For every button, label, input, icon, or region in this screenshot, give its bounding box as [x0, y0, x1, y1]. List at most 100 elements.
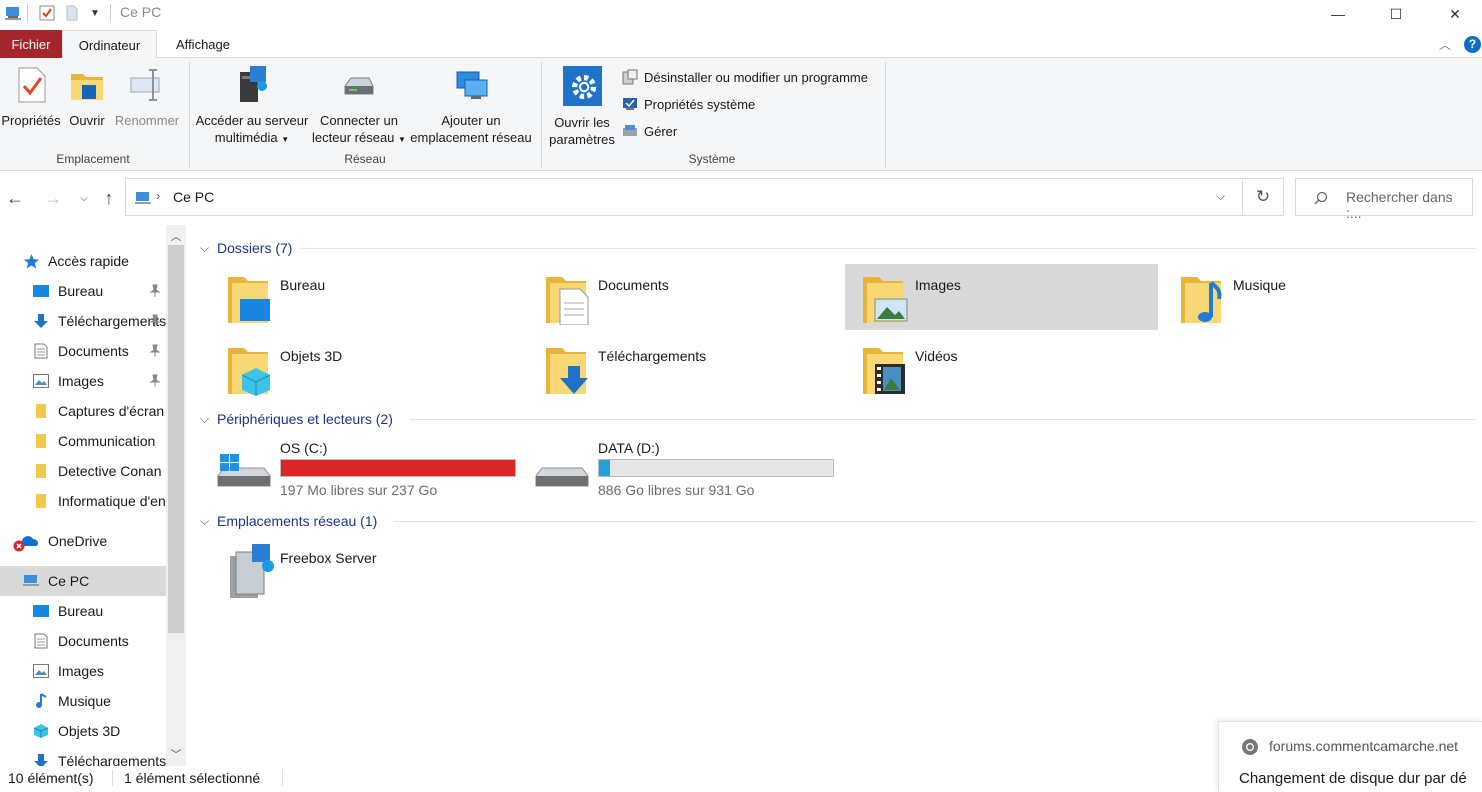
folder-tile-documents[interactable]: Documents [528, 264, 841, 330]
close-button[interactable]: ✕ [1432, 0, 1478, 28]
folder-tile-bureau[interactable]: Bureau [210, 264, 523, 330]
sidebar-item-bureau[interactable]: Bureau [32, 276, 166, 306]
scroll-up-icon[interactable]: ︿ [166, 227, 186, 245]
folder-tile-telechargements[interactable]: Téléchargements [528, 335, 841, 401]
sidebar-item-label: Bureau [58, 603, 104, 619]
sidebar-item-captures[interactable]: Captures d'écran [32, 396, 166, 426]
open-label: Ouvrir [69, 113, 105, 128]
network-tile-freebox[interactable]: Freebox Server [210, 537, 523, 603]
sidebar-item-pc-telechargements[interactable]: Téléchargements [32, 746, 166, 766]
sidebar-item-label: Objets 3D [58, 723, 121, 739]
scroll-down-icon[interactable]: ﹀ [166, 745, 186, 763]
address-dropdown-icon[interactable]: ⌵ [1216, 189, 1225, 204]
collapse-chevron-icon[interactable]: ⌵ [200, 514, 212, 529]
media-server-button[interactable]: Accéder au serveur multimédia ▼ [192, 66, 312, 148]
drive-usage-fill [281, 460, 515, 476]
manage-icon [623, 125, 637, 136]
uninstall-icon [622, 69, 638, 85]
address-bar[interactable]: › Ce PC ⌵ [125, 178, 1243, 216]
scrollbar-thumb[interactable] [168, 245, 184, 633]
new-folder-quick-icon[interactable] [62, 4, 82, 22]
add-network-location-button[interactable]: Ajouter un emplacement réseau [408, 66, 534, 146]
drive-tile-c[interactable]: OS (C:) 197 Mo libres sur 237 Go [216, 440, 516, 500]
section-title: Périphériques et lecteurs (2) [217, 411, 393, 427]
breadcrumb[interactable]: Ce PC [173, 189, 214, 205]
sidebar-item-label: Communication [58, 433, 156, 449]
properties-button[interactable]: Propriétés [0, 66, 62, 129]
drive-tile-d[interactable]: DATA (D:) 886 Go libres sur 931 Go [534, 440, 834, 500]
sidebar-item-pc-documents[interactable]: Documents [32, 626, 166, 656]
star-icon [22, 252, 40, 270]
sidebar-item-quick-access[interactable]: Accès rapide [22, 246, 166, 276]
tab-view[interactable]: Affichage [160, 30, 246, 59]
sidebar-item-pc-bureau[interactable]: Bureau [32, 596, 166, 626]
folder-tile-objets-3d[interactable]: Objets 3D [210, 335, 523, 401]
system-properties-button[interactable]: Propriétés système [622, 94, 755, 114]
map-network-drive-button[interactable]: Connecter un lecteur réseau ▼ [312, 66, 406, 148]
media-server-icon [240, 66, 267, 102]
folder-tile-videos[interactable]: Vidéos [845, 335, 1158, 401]
sidebar-item-label: Documents [58, 343, 129, 359]
sidebar-item-telechargements[interactable]: Téléchargements [32, 306, 166, 336]
sidebar-item-communication[interactable]: Communication [32, 426, 166, 456]
navigation-pane-scrollbar[interactable]: ︿ ﹀ [166, 225, 186, 766]
open-button[interactable]: Ouvrir [64, 66, 110, 129]
uninstall-program-button[interactable]: Désinstaller ou modifier un programme [622, 67, 868, 87]
tab-computer[interactable]: Ordinateur [62, 30, 157, 59]
tab-file[interactable]: Fichier [0, 30, 62, 59]
sidebar-item-this-pc[interactable]: Ce PC [0, 566, 166, 596]
desktop-folder-icon [228, 277, 270, 323]
maximize-button[interactable]: ☐ [1373, 0, 1419, 28]
properties-quick-icon[interactable] [36, 4, 58, 22]
uninstall-label: Désinstaller ou modifier un programme [644, 69, 868, 85]
folder-label: Téléchargements [598, 348, 707, 364]
sidebar-item-pc-images[interactable]: Images [32, 656, 166, 686]
customize-quick-access-icon[interactable]: ▼ [86, 4, 104, 22]
drive-usage-bar [280, 459, 516, 477]
refresh-button[interactable]: ↻ [1243, 178, 1284, 216]
videos-folder-icon [863, 348, 905, 394]
section-header-folders[interactable]: ⌵ Dossiers (7) [200, 238, 1476, 258]
this-pc-breadcrumb-icon [135, 192, 151, 204]
sidebar-item-pc-musique[interactable]: Musique [32, 686, 166, 716]
section-header-drives[interactable]: ⌵ Périphériques et lecteurs (2) [200, 409, 1476, 429]
folder-tile-images[interactable]: Images [845, 264, 1158, 330]
breadcrumb-chevron-icon[interactable]: › [156, 188, 160, 203]
this-pc-icon [22, 572, 40, 590]
rename-button[interactable]: Renommer [112, 66, 182, 129]
sidebar-item-pc-objets-3d[interactable]: Objets 3D [32, 716, 166, 746]
folder-tile-musique[interactable]: Musique [1163, 264, 1476, 330]
collapse-chevron-icon[interactable]: ⌵ [200, 412, 212, 427]
collapse-ribbon-icon[interactable]: ︿ [1437, 36, 1453, 52]
forward-arrow-icon[interactable]: → [42, 187, 64, 209]
sidebar-item-label: Images [58, 373, 104, 389]
help-icon[interactable]: ? [1464, 36, 1481, 53]
section-header-network[interactable]: ⌵ Emplacements réseau (1) [200, 511, 1476, 531]
sidebar-item-images[interactable]: Images [32, 366, 166, 396]
window-title: Ce PC [120, 4, 162, 20]
picture-icon [32, 662, 50, 680]
recent-locations-chevron-icon[interactable]: ⌵ [73, 187, 95, 209]
sidebar-item-onedrive[interactable]: OneDrive [12, 526, 166, 556]
up-arrow-icon[interactable]: ↑ [98, 187, 120, 209]
back-arrow-icon[interactable]: ← [4, 187, 26, 209]
map-drive-dropdown-icon[interactable]: ▼ [398, 135, 406, 144]
minimize-button[interactable]: — [1315, 0, 1361, 28]
sidebar-item-detective-conan[interactable]: Detective Conan [32, 456, 166, 486]
browser-notification[interactable]: forums.commentcamarche.net Changement de… [1218, 721, 1482, 792]
collapse-chevron-icon[interactable]: ⌵ [200, 241, 212, 256]
pin-icon[interactable] [148, 284, 162, 298]
pin-icon[interactable] [148, 374, 162, 388]
map-drive-label-1: Connecter un [319, 113, 399, 128]
pin-icon[interactable] [148, 314, 162, 328]
search-input[interactable]: Rechercher dans :... [1295, 178, 1473, 221]
sidebar-item-label: Téléchargements [58, 753, 166, 766]
manage-button[interactable]: Gérer [622, 121, 677, 141]
desktop-icon [32, 282, 50, 300]
pin-icon[interactable] [148, 344, 162, 358]
sidebar-item-informatique[interactable]: Informatique d'entreprise [32, 486, 166, 516]
sidebar-item-documents[interactable]: Documents [32, 336, 166, 366]
open-settings-button[interactable]: Ouvrir les paramètres [545, 66, 619, 148]
media-server-dropdown-icon[interactable]: ▼ [281, 135, 289, 144]
picture-icon [32, 372, 50, 390]
